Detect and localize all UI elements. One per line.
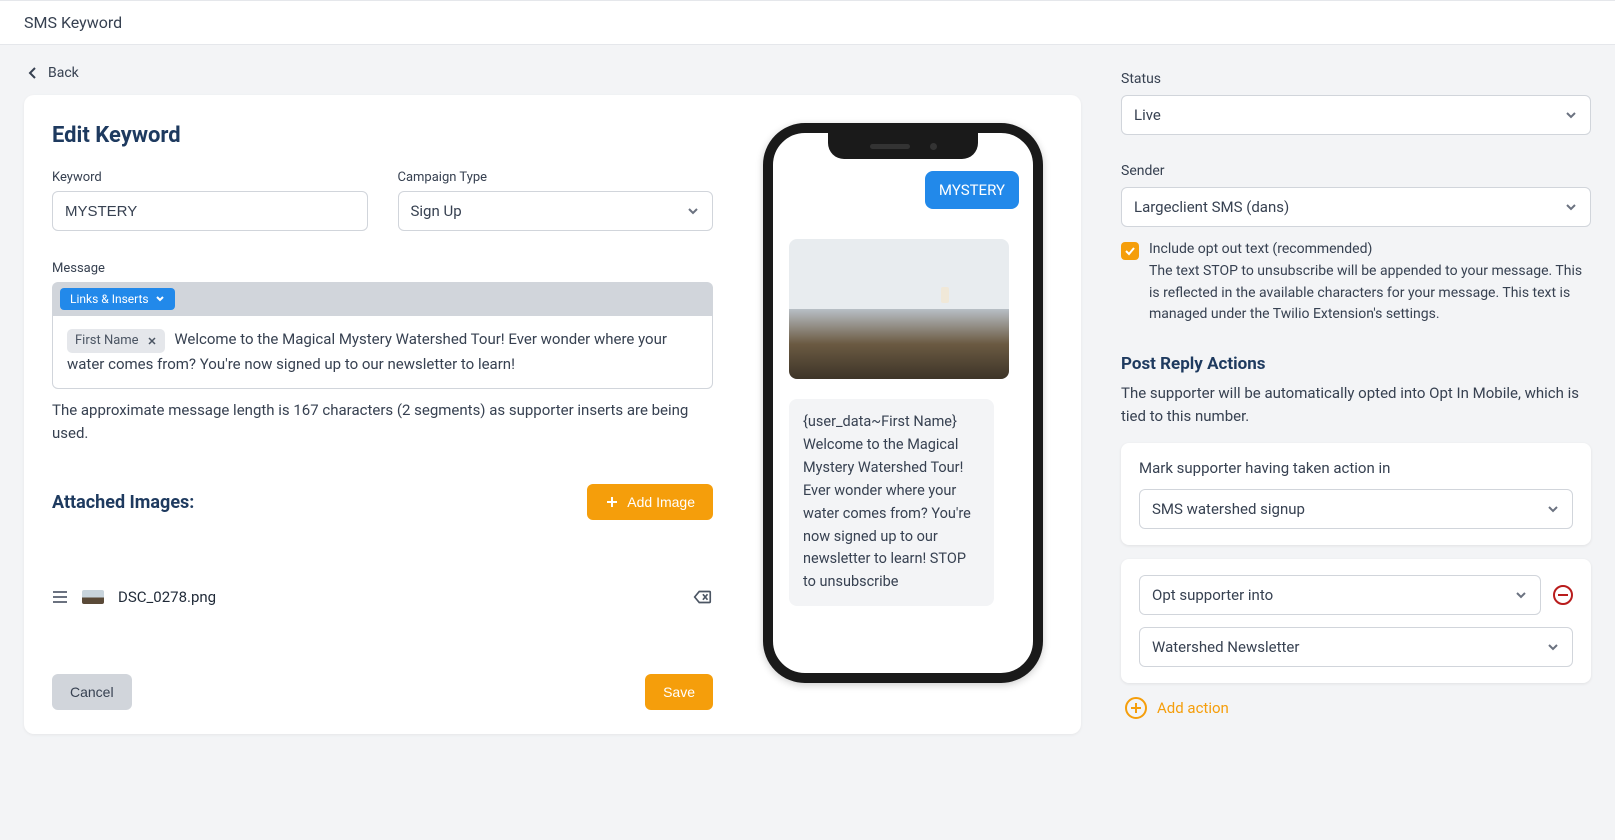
cancel-button[interactable]: Cancel (52, 674, 132, 710)
chevron-down-icon (1564, 108, 1578, 122)
back-link[interactable]: Back (24, 65, 1081, 81)
action-label: Mark supporter having taken action in (1139, 459, 1573, 477)
phone-screen: MYSTERY {user_data~First Name} Welcome t… (781, 163, 1025, 663)
message-textarea[interactable]: First Name Welcome to the Magical Myster… (52, 316, 713, 389)
action-card-optin: Opt supporter into Watershed Newsletter (1121, 559, 1591, 683)
action-type-value: Opt supporter into (1152, 586, 1273, 604)
plus-circle-icon (1125, 697, 1147, 719)
plus-icon (605, 495, 619, 509)
status-value: Live (1134, 106, 1161, 124)
action-type-select[interactable]: Opt supporter into (1139, 575, 1541, 615)
action-page-select[interactable]: SMS watershed signup (1139, 489, 1573, 529)
add-action-button[interactable]: Add action (1121, 697, 1591, 719)
optout-label: Include opt out text (recommended) (1149, 241, 1591, 257)
remove-action-button[interactable] (1553, 585, 1573, 605)
phone-preview: MYSTERY {user_data~First Name} Welcome t… (763, 123, 1043, 683)
action-page-value: SMS watershed signup (1152, 500, 1305, 518)
preview-image (789, 239, 1009, 379)
status-label: Status (1121, 71, 1591, 87)
optout-checkbox[interactable] (1121, 242, 1139, 260)
sender-select[interactable]: Largeclient SMS (dans) (1121, 187, 1591, 227)
minus-icon (1558, 594, 1568, 596)
page-title: SMS Keyword (24, 13, 122, 32)
keyword-label: Keyword (52, 170, 368, 185)
links-inserts-button[interactable]: Links & Inserts (60, 288, 175, 310)
add-image-button[interactable]: Add Image (587, 484, 713, 520)
chevron-left-icon (28, 66, 38, 80)
page-header: SMS Keyword (0, 0, 1615, 45)
insert-chip-first-name[interactable]: First Name (67, 329, 165, 353)
chip-label: First Name (75, 331, 139, 351)
chevron-down-icon (1546, 640, 1560, 654)
image-list-item: DSC_0278.png (52, 580, 713, 614)
close-icon[interactable] (147, 336, 157, 346)
image-thumbnail (82, 590, 104, 604)
status-select[interactable]: Live (1121, 95, 1591, 135)
drag-handle-icon[interactable] (52, 590, 68, 604)
post-actions-description: The supporter will be automatically opte… (1121, 382, 1591, 427)
chevron-down-icon (1564, 200, 1578, 214)
sender-label: Sender (1121, 163, 1591, 179)
action-card-mark: Mark supporter having taken action in SM… (1121, 443, 1591, 545)
preview-incoming-bubble: {user_data~First Name} Welcome to the Ma… (789, 399, 994, 606)
delete-icon[interactable] (691, 586, 713, 608)
attached-images-heading: Attached Images: (52, 492, 194, 513)
chevron-down-icon (686, 204, 700, 218)
add-image-label: Add Image (627, 494, 695, 510)
links-inserts-label: Links & Inserts (70, 292, 149, 306)
sender-value: Largeclient SMS (dans) (1134, 198, 1289, 216)
keyword-input[interactable] (52, 191, 368, 231)
action-target-value: Watershed Newsletter (1152, 638, 1299, 656)
campaign-type-value: Sign Up (411, 202, 462, 220)
add-action-label: Add action (1157, 699, 1229, 717)
chevron-down-icon (1514, 588, 1528, 602)
chevron-down-icon (155, 294, 165, 304)
card-title: Edit Keyword (52, 123, 713, 148)
message-label: Message (52, 261, 713, 276)
back-label: Back (48, 65, 79, 81)
edit-keyword-card: Edit Keyword Keyword Campaign Type Sign … (24, 95, 1081, 734)
message-helper-text: The approximate message length is 167 ch… (52, 399, 713, 444)
chevron-down-icon (1546, 502, 1560, 516)
message-toolbar: Links & Inserts (52, 282, 713, 316)
image-filename: DSC_0278.png (118, 588, 677, 606)
phone-notch (828, 133, 978, 159)
action-target-select[interactable]: Watershed Newsletter (1139, 627, 1573, 667)
campaign-type-label: Campaign Type (398, 170, 714, 185)
save-button[interactable]: Save (645, 674, 713, 710)
preview-outgoing-bubble: MYSTERY (925, 171, 1019, 209)
campaign-type-select[interactable]: Sign Up (398, 191, 714, 231)
check-icon (1124, 245, 1136, 257)
optout-description: The text STOP to unsubscribe will be app… (1149, 261, 1591, 326)
post-actions-heading: Post Reply Actions (1121, 354, 1591, 374)
